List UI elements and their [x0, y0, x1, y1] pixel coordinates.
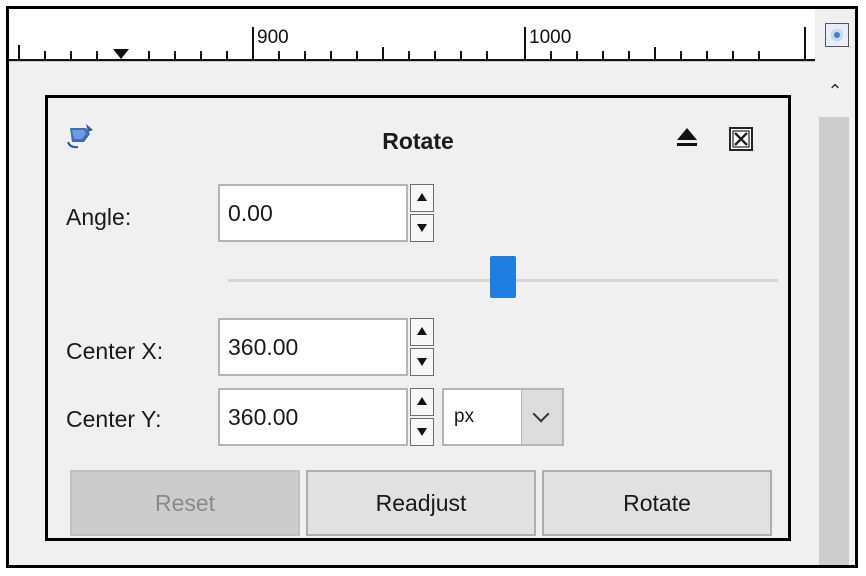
- rotate-button[interactable]: Rotate: [542, 470, 772, 536]
- ruler-label-900: 900: [257, 27, 289, 48]
- angle-decrement-icon[interactable]: [410, 214, 434, 242]
- unit-select[interactable]: px: [442, 388, 564, 446]
- close-icon[interactable]: [728, 126, 754, 152]
- angle-spinner[interactable]: [410, 184, 434, 242]
- center-y-decrement-icon[interactable]: [410, 418, 434, 446]
- scroll-up-arrow-icon[interactable]: ⌃: [815, 71, 855, 111]
- ruler-ticks: [9, 27, 815, 61]
- angle-slider-thumb[interactable]: [490, 256, 516, 298]
- center-y-input[interactable]: 360.00: [218, 388, 408, 446]
- ruler-pointer-marker: [113, 49, 129, 59]
- center-y-label: Center Y:: [66, 406, 162, 432]
- readjust-button[interactable]: Readjust: [306, 470, 536, 536]
- center-x-input[interactable]: 360.00: [218, 318, 408, 376]
- center-x-decrement-icon[interactable]: [410, 348, 434, 376]
- chevron-down-icon[interactable]: [521, 390, 562, 444]
- window-frame: 900 1000 ⌃ Rotate Angle: 0.00 Center X: …: [6, 6, 858, 568]
- scrollbar-thumb[interactable]: [819, 117, 849, 565]
- center-y-spinner[interactable]: [410, 388, 434, 446]
- center-x-increment-icon[interactable]: [410, 318, 434, 346]
- ruler-label-1000: 1000: [529, 27, 572, 48]
- ruler-corner: [815, 9, 855, 61]
- angle-label: Angle:: [66, 204, 132, 230]
- center-x-label: Center X:: [66, 338, 164, 364]
- angle-increment-icon[interactable]: [410, 184, 434, 212]
- center-x-spinner[interactable]: [410, 318, 434, 376]
- unit-select-value: px: [454, 406, 475, 427]
- angle-input[interactable]: 0.00: [218, 184, 408, 242]
- reset-button[interactable]: Reset: [70, 470, 300, 536]
- horizontal-ruler[interactable]: 900 1000: [9, 9, 815, 62]
- detach-icon[interactable]: [674, 124, 700, 150]
- navigate-icon[interactable]: [825, 23, 849, 47]
- center-y-increment-icon[interactable]: [410, 388, 434, 416]
- rotate-dialog: Rotate Angle: 0.00 Center X: 360.00 Cent…: [45, 95, 791, 541]
